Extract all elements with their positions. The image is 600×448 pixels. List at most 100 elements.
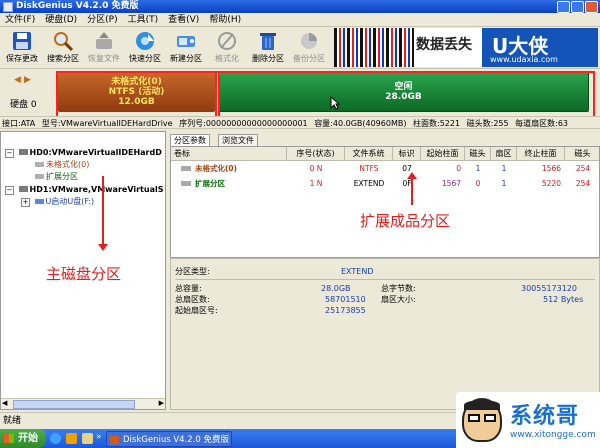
- new-partition-icon: [177, 36, 195, 47]
- menu-disk[interactable]: 硬盘(D): [40, 13, 82, 27]
- minimize-button[interactable]: [557, 1, 570, 13]
- quick-partition-button[interactable]: 快速分区: [127, 28, 163, 68]
- collapse-icon[interactable]: −: [5, 186, 14, 195]
- start-label: 开始: [18, 433, 38, 444]
- quicklaunch-explorer-icon[interactable]: [82, 433, 93, 444]
- cell-fs: NTFS: [359, 164, 379, 173]
- partition-table: 卷标 序号(状态) 文件系统 标识 起始柱面 磁头 扇区 终止柱面 磁头 未格式…: [170, 146, 600, 258]
- tree-item-hd0[interactable]: − HD0:VMwareVirtualIDEHardD: [5, 147, 162, 158]
- app-small-icon: [110, 436, 119, 444]
- capacity-info: 容量:40.0GB(40960MB): [314, 119, 407, 128]
- taskbar-diskgenius-button[interactable]: DiskGenius V4.2.0 免费版: [106, 431, 232, 447]
- quick-partition-label: 快速分区: [129, 54, 161, 63]
- col-header-start-cyl[interactable]: 起始柱面: [421, 147, 465, 161]
- backup-partition-button[interactable]: 备份分区: [291, 28, 327, 68]
- quicklaunch-browser-icon[interactable]: [50, 433, 61, 444]
- sectors-info: 每道扇区数:63: [515, 119, 569, 128]
- model-info: 型号:VMwareVirtualIDEHardDrive: [41, 119, 173, 128]
- col-header-end-head[interactable]: 磁头: [565, 147, 599, 161]
- save-label: 保存更改: [6, 54, 38, 63]
- backup-icon: [301, 33, 317, 49]
- interface-info: 接口:ATA: [2, 119, 36, 128]
- maximize-button[interactable]: [571, 1, 584, 13]
- cell-head: 0: [475, 179, 481, 188]
- col-header-label[interactable]: 卷标: [171, 147, 287, 161]
- trash-icon: [260, 33, 276, 50]
- partition-icon: [181, 166, 191, 171]
- menu-file[interactable]: 文件(F): [0, 13, 40, 27]
- scroll-right-icon[interactable]: ▶: [159, 399, 164, 407]
- detail-bytes-value: 30055173120: [521, 284, 577, 293]
- watermark-logo: 系统哥 www.xitongge.com: [456, 392, 600, 448]
- partition-icon: [35, 162, 44, 167]
- partition-tabs: 分区参数 浏览文件: [170, 134, 600, 147]
- tree-item-unformatted[interactable]: 未格式化(0): [35, 159, 89, 170]
- cell-label: 扩展分区: [195, 179, 225, 188]
- quicklaunch-expand-icon[interactable]: »: [96, 432, 102, 442]
- detail-sectors-label: 总扇区数:: [175, 295, 210, 304]
- tree-item-extended[interactable]: 扩展分区: [35, 171, 78, 182]
- restore-icon: [96, 32, 112, 49]
- partition-details: 分区类型: EXTEND 总容量: 28.0GB 总字节数: 300551731…: [170, 258, 600, 410]
- window-title: DiskGenius V4.2.0 免费版: [16, 1, 139, 11]
- table-row[interactable]: 未格式化(0) 0 N NTFS 07 0 1 1 1566 254: [171, 162, 599, 175]
- disk-label: 硬盘 0: [10, 100, 37, 110]
- highlight-box-free: [215, 71, 595, 119]
- col-header-fs[interactable]: 文件系统: [345, 147, 393, 161]
- detail-type-value: EXTEND: [341, 267, 374, 276]
- tree-horizontal-scrollbar[interactable]: ◀ ▶: [1, 398, 165, 409]
- tree-item-usb[interactable]: + U启动U盘(F:): [21, 196, 94, 207]
- col-header-sector[interactable]: 扇区: [491, 147, 517, 161]
- format-icon: [218, 32, 236, 50]
- restore-files-button[interactable]: 恢复文件: [86, 28, 122, 68]
- close-button[interactable]: [585, 1, 598, 13]
- annotation-primary: 主磁盘分区: [46, 265, 122, 283]
- banner-cn-text: 数据丢失: [416, 37, 472, 53]
- partition-icon: [35, 174, 44, 179]
- detail-start-sector-label: 起始扇区号:: [175, 306, 218, 315]
- format-button[interactable]: 格式化: [209, 28, 245, 68]
- prev-disk-arrow-icon[interactable]: ◀: [14, 75, 21, 85]
- col-header-index[interactable]: 序号(状态): [287, 147, 345, 161]
- new-partition-button[interactable]: 新建分区: [168, 28, 204, 68]
- ad-banner[interactable]: 数据丢失 U大侠 www.udaxia.com: [334, 28, 598, 67]
- menu-help[interactable]: 帮助(H): [204, 13, 246, 27]
- scroll-thumb[interactable]: [13, 400, 135, 409]
- table-row[interactable]: 扩展分区 1 N EXTEND 0F 1567 0 1 5220 254: [171, 177, 599, 190]
- cell-end-head: 254: [575, 179, 591, 188]
- next-disk-arrow-icon[interactable]: ▶: [24, 75, 31, 85]
- menu-view[interactable]: 查看(V): [163, 13, 204, 27]
- col-header-end-cyl[interactable]: 终止柱面: [517, 147, 565, 161]
- expand-icon[interactable]: +: [21, 198, 30, 207]
- cell-end-cyl: 1566: [541, 164, 561, 173]
- menu-partition[interactable]: 分区(P): [82, 13, 122, 27]
- cell-end-head: 254: [575, 164, 591, 173]
- windows-logo-icon: [4, 434, 14, 443]
- tree-item-hd1[interactable]: − HD1:VMware,VMwareVirtualS: [5, 184, 163, 195]
- detail-capacity-value: 28.0GB: [321, 284, 351, 293]
- disk-info-line: 接口:ATA 型号:VMwareVirtualIDEHardDrive 序列号:…: [0, 116, 600, 129]
- save-icon: [13, 32, 31, 50]
- status-text: 就绪: [3, 416, 22, 426]
- backup-partition-label: 备份分区: [293, 54, 325, 63]
- detail-bytes-label: 总字节数:: [381, 284, 416, 293]
- search-partition-button[interactable]: 搜索分区: [45, 28, 81, 68]
- disk-map-panel: ◀ ▶ 硬盘 0 未格式化(0) NTFS (活动) 12.0GB 空闲 28.…: [0, 69, 600, 119]
- detail-sector-size-label: 扇区大小:: [381, 295, 416, 304]
- delete-partition-button[interactable]: 删除分区: [250, 28, 286, 68]
- start-button[interactable]: 开始: [0, 429, 46, 448]
- hard-disk-icon: [18, 149, 28, 155]
- col-header-head[interactable]: 磁头: [465, 147, 491, 161]
- menu-tools[interactable]: 工具(T): [123, 13, 164, 27]
- quicklaunch-media-icon[interactable]: [66, 433, 77, 444]
- taskbar-task-label: DiskGenius V4.2.0 免费版: [123, 435, 229, 445]
- detail-capacity-label: 总容量:: [175, 284, 202, 293]
- save-button[interactable]: 保存更改: [4, 28, 40, 68]
- annotation-extended: 扩展成品分区: [360, 212, 451, 230]
- scroll-left-icon[interactable]: ◀: [2, 399, 7, 407]
- collapse-icon[interactable]: −: [5, 149, 14, 158]
- col-header-id[interactable]: 标识: [393, 147, 421, 161]
- detail-sectors-value: 58701510: [325, 295, 366, 304]
- menu-bar: 文件(F) 硬盘(D) 分区(P) 工具(T) 查看(V) 帮助(H): [0, 13, 600, 27]
- highlight-box-primary: [56, 71, 220, 119]
